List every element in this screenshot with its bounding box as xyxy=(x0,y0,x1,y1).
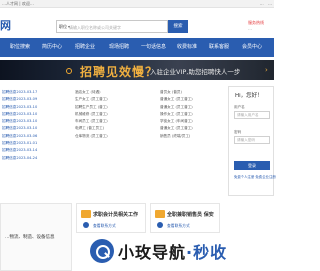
watermark-part-2: ·秒收 xyxy=(186,243,228,262)
list-item[interactable]: 普通女工 (员工普工) xyxy=(160,104,193,111)
username-input[interactable]: 请输入用户名 xyxy=(234,111,270,119)
info-card-1[interactable]: 求职会计员相关工作 查看联系方式 xyxy=(76,203,146,233)
login-panel: Hi，您好！ 用户名 请输入用户名 密码 请输入密码 登录 免费个人注册 免费企… xyxy=(228,86,276,196)
chevron-right-icon: › xyxy=(265,66,268,74)
listing-column-dates: 招聘信息2023-03-17 招聘信息2023-03-09 招聘信息2023-0… xyxy=(2,89,37,162)
hot-tag-icon xyxy=(81,210,91,218)
site-watermark: 小玫导航·秒收 xyxy=(90,238,227,264)
topbar-link-1[interactable]: … xyxy=(260,1,264,6)
main-nav: 职位搜索 简历中心 招聘企业 现场招聘 一句话信息 收费标准 联系客服 会员中心 xyxy=(0,38,274,57)
nav-item-job-search[interactable]: 职位搜索 xyxy=(10,38,30,57)
list-item[interactable]: 招聘信息2023-03-17 xyxy=(2,89,37,96)
nav-item-pricing[interactable]: 收费标准 xyxy=(177,38,197,57)
banner-slogan: 入驻企业VIP,助您招聘快人一步 xyxy=(150,68,241,76)
list-item[interactable]: 普通女工 (员工普工) xyxy=(160,125,193,132)
megaphone-icon xyxy=(66,68,72,74)
list-item[interactable]: 生产女工 (员工普工) xyxy=(75,96,108,103)
listing-column-jobs-b: 普员女 (普员) 普通女工 (员工普工) 普通女工 (员工普工) 操作女工 (员… xyxy=(160,89,193,140)
list-item[interactable]: 仓库物流 (员工普工) xyxy=(75,133,108,140)
info-card-2[interactable]: 全职兼职销售员 保安 查看联系方式 xyxy=(150,203,220,233)
nav-item-job-fair[interactable]: 现场招聘 xyxy=(109,38,129,57)
info-card-title: 求职会计员相关工作 xyxy=(93,212,139,218)
list-item[interactable]: 操作女工 (员工普工) xyxy=(160,111,193,118)
list-item[interactable]: 招聘信息2023-03-10 xyxy=(2,125,37,132)
category-card[interactable]: …物流、制造、设备信息 xyxy=(0,203,72,271)
search-button[interactable]: 搜索 xyxy=(168,20,188,33)
list-item[interactable]: 销售员 (终端/员工) xyxy=(160,133,193,140)
watermark-text: 小玫导航·秒收 xyxy=(118,239,227,263)
hot-tag-icon xyxy=(155,210,165,218)
list-item[interactable]: 酒店女工 (待遇) xyxy=(75,89,108,96)
contact-icon xyxy=(83,222,89,228)
list-item[interactable]: 招聘信息2023-03-10 xyxy=(2,118,37,125)
topbar-welcome-text: …人才网 | 欢迎… xyxy=(2,1,34,6)
promo-banner[interactable]: 招聘见效慢？ 入驻企业VIP,助您招聘快人一步 › xyxy=(0,60,274,80)
contact-icon xyxy=(157,222,163,228)
login-button[interactable]: 登录 xyxy=(234,161,270,170)
nav-item-resume-center[interactable]: 简历中心 xyxy=(42,38,62,57)
category-card-title: …物流、制造、设备信息 xyxy=(5,235,55,240)
list-item[interactable]: 招聘信息2023-04-24 xyxy=(2,155,37,162)
info-card-title: 全职兼职销售员 保安 xyxy=(167,212,214,218)
topbar-link-2[interactable]: … xyxy=(268,1,272,6)
login-greeting: Hi，您好！ xyxy=(235,93,263,99)
nav-item-member-center[interactable]: 会员中心 xyxy=(242,38,262,57)
list-item[interactable]: 招聘信息2023-03-10 xyxy=(2,111,37,118)
banner-headline: 招聘见效慢？ xyxy=(80,65,159,79)
search-input[interactable]: 请输入职位名称或公司关键字 xyxy=(69,25,121,31)
list-item[interactable]: 电焊工 (普工员工) xyxy=(75,125,108,132)
list-item[interactable]: 普员女 (普员) xyxy=(160,89,193,96)
top-utility-bar: …人才网 | 欢迎… … … xyxy=(0,0,274,8)
list-item[interactable]: 招聘信息2023-03-06 xyxy=(2,133,37,140)
hotline-number: … xyxy=(248,26,252,31)
search-box: 职位 请输入职位名称或公司关键字 xyxy=(56,20,168,33)
list-item[interactable]: 招聘信息2023-03-14 xyxy=(2,147,37,154)
password-input[interactable]: 请输入密码 xyxy=(234,136,270,144)
search-icon xyxy=(90,239,114,263)
list-item[interactable]: 车间员工 (员工普工) xyxy=(75,118,108,125)
register-links[interactable]: 免费个人注册 免费企业注册 xyxy=(234,174,276,179)
list-item[interactable]: 普通女工 (员工普工) xyxy=(160,96,193,103)
list-item[interactable]: 招聘信息2023-03-09 xyxy=(2,96,37,103)
list-item[interactable]: 机械维修 (员工普工) xyxy=(75,111,108,118)
view-contact-link[interactable]: 查看联系方式 xyxy=(167,223,190,229)
list-item[interactable]: 招聘信息2023-01-01 xyxy=(2,140,37,147)
watermark-part-1: 小玫导航 xyxy=(118,243,187,262)
list-item[interactable]: 招聘信息2023-03-10 xyxy=(2,104,37,111)
username-label: 用户名 xyxy=(234,105,245,109)
nav-item-support[interactable]: 联系客服 xyxy=(209,38,229,57)
listing-column-jobs-a: 酒店女工 (待遇) 生产女工 (员工普工) 招聘生产员工 (普工) 机械维修 (… xyxy=(75,89,108,140)
nav-item-companies[interactable]: 招聘企业 xyxy=(75,38,95,57)
list-item[interactable]: 学徒女工 (车间普工) xyxy=(160,118,193,125)
password-label: 密码 xyxy=(234,130,242,134)
view-contact-link[interactable]: 查看联系方式 xyxy=(93,223,116,229)
topbar-links: … … xyxy=(257,1,272,6)
list-item[interactable]: 招聘生产员工 (普工) xyxy=(75,104,108,111)
site-logo[interactable]: 网 xyxy=(0,17,11,33)
hotline-info: 服务热线 … xyxy=(248,20,274,32)
nav-item-one-line-info[interactable]: 一句话信息 xyxy=(141,38,166,57)
